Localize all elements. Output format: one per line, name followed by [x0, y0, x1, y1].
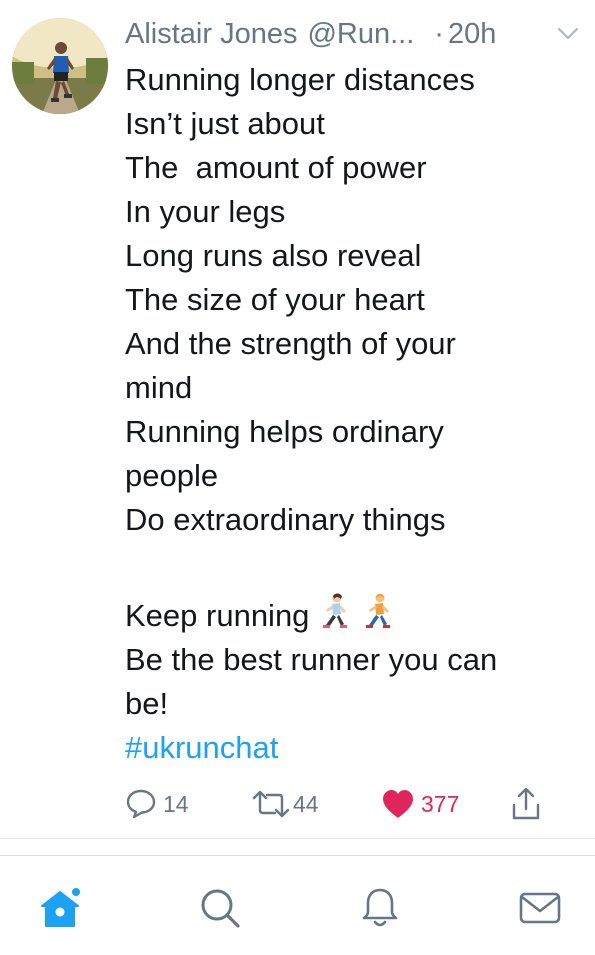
- retweet-icon: [252, 790, 290, 818]
- home-icon: [41, 886, 82, 927]
- tweet-text: Running longer distances Isn’t just abou…: [125, 58, 580, 770]
- avatar[interactable]: [12, 18, 108, 114]
- bell-icon: [362, 888, 398, 927]
- tab-notifications[interactable]: [356, 884, 404, 932]
- keep-running-text: Keep running: [125, 598, 310, 633]
- reply-icon: [126, 789, 156, 819]
- reply-count: 14: [163, 790, 189, 817]
- tweet-line: mind: [125, 370, 193, 405]
- tweet-line: Isn’t just about: [125, 106, 325, 141]
- tab-home[interactable]: [36, 884, 84, 932]
- divider: [0, 838, 595, 839]
- tweet[interactable]: Alistair Jones @Run... · 20h Running lon…: [0, 0, 595, 842]
- like-button[interactable]: 377: [381, 786, 459, 822]
- separator-dot: ·: [434, 17, 444, 50]
- tweet-line: Running longer distances: [125, 62, 475, 97]
- author-handle[interactable]: @Run...: [307, 18, 414, 51]
- tweet-line: Long runs also reveal: [125, 238, 422, 273]
- mail-icon: [519, 892, 561, 924]
- tweet-actions: 14 44 377: [125, 786, 565, 822]
- retweet-count: 44: [293, 790, 319, 817]
- share-button[interactable]: [511, 786, 541, 822]
- tweet-time[interactable]: 20h: [448, 18, 496, 51]
- tweet-line-keep-running: Keep running: [125, 592, 580, 638]
- tab-bar: [0, 856, 595, 955]
- runner-photo-icon: [12, 18, 108, 114]
- author-name[interactable]: Alistair Jones: [125, 18, 297, 51]
- tweet-header: Alistair Jones @Run... · 20h: [125, 14, 585, 54]
- share-icon: [512, 787, 540, 820]
- like-count: 377: [421, 790, 460, 817]
- tweet-line: Be the best runner you can: [125, 642, 498, 677]
- tab-messages[interactable]: [516, 884, 564, 932]
- search-icon: [201, 889, 240, 928]
- tweet-line: And the strength of your: [125, 326, 456, 361]
- hashtag-link[interactable]: #ukrunchat: [125, 726, 580, 770]
- tweet-line: be!: [125, 686, 169, 721]
- tweet-line: In your legs: [125, 194, 286, 229]
- tweet-line: Do extraordinary things: [125, 502, 446, 537]
- man-running-emoji-icon: [365, 593, 390, 628]
- chevron-down-icon[interactable]: [557, 26, 579, 42]
- tweet-line: The size of your heart: [125, 282, 425, 317]
- tweet-line: people: [125, 458, 219, 493]
- tweet-line: Running helps ordinary: [125, 414, 444, 449]
- tab-search[interactable]: [196, 884, 244, 932]
- reply-button[interactable]: 14: [125, 786, 189, 822]
- tweet-line: The amount of power: [125, 150, 427, 185]
- heart-icon: [383, 790, 413, 818]
- woman-running-emoji-icon: [323, 593, 348, 628]
- retweet-button[interactable]: 44: [251, 786, 319, 822]
